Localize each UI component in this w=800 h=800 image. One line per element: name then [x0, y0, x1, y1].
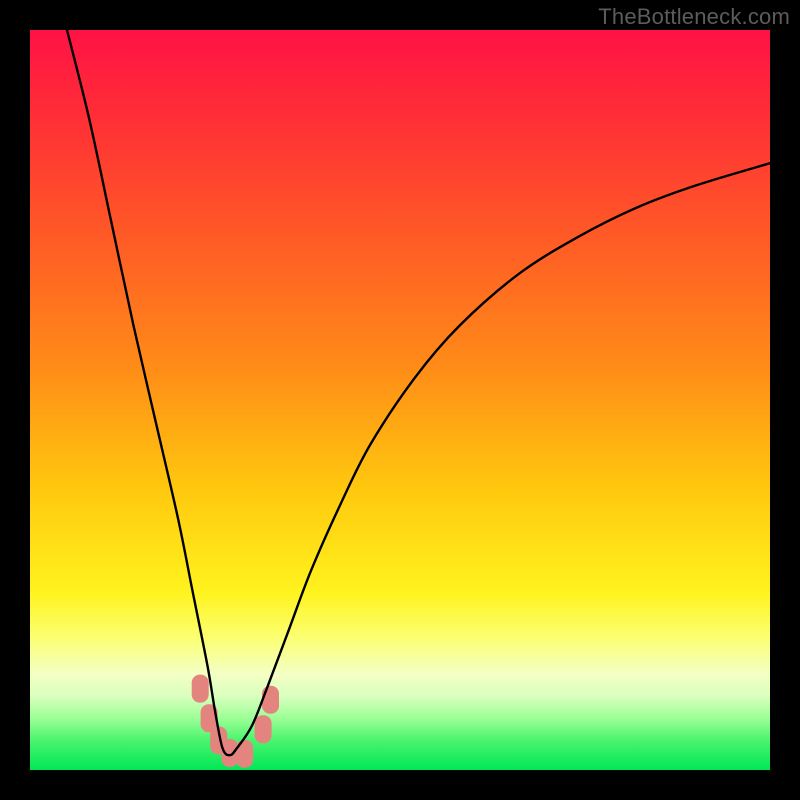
watermark-text: TheBottleneck.com	[598, 4, 790, 30]
curve-layer	[30, 30, 770, 770]
plot-area	[30, 30, 770, 770]
outer-frame: TheBottleneck.com	[0, 0, 800, 800]
bottleneck-curve	[67, 30, 770, 755]
